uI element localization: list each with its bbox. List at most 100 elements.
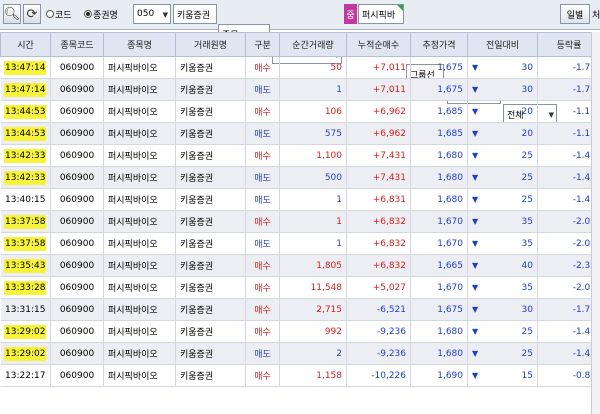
time-value: 13:29:02	[4, 324, 47, 339]
code-cell: 060900	[50, 232, 104, 255]
time-value: 13:31:15	[5, 304, 46, 315]
column-header-time[interactable]: 시간	[0, 32, 51, 57]
name-cell: 퍼시픽바이오	[103, 298, 176, 321]
qty-cell: 1	[279, 232, 347, 255]
column-header-name[interactable]: 종목명	[103, 32, 176, 57]
change-value: 30	[521, 62, 533, 73]
corner-marker-icon	[397, 5, 403, 11]
table-row[interactable]: 13:47:14 060900 퍼시픽바이오 키움증권 매수 50 +7,011 1,675 ▼…	[0, 56, 600, 79]
price-cell: 1,680	[410, 166, 468, 189]
time-value: 13:42:33	[4, 170, 47, 185]
name-cell: 퍼시픽바이오	[103, 56, 176, 79]
change-value: 40	[521, 260, 533, 271]
qty-cell: 2	[279, 342, 347, 365]
change-value: 35	[521, 216, 533, 227]
cum-cell: -10,226	[346, 364, 411, 387]
side-cell: 매수	[245, 210, 280, 233]
daily-button[interactable]: 일별	[560, 4, 590, 24]
column-header-change[interactable]: 전일대비	[467, 32, 538, 57]
time-value: 13:42:33	[4, 148, 47, 163]
down-triangle-icon: ▼	[472, 370, 479, 380]
down-triangle-icon: ▼	[472, 194, 479, 204]
column-header-side[interactable]: 구분	[245, 32, 280, 57]
code-cell: 060900	[50, 254, 104, 277]
name-cell: 퍼시픽바이오	[103, 188, 176, 211]
time-cell: 13:35:43	[0, 254, 51, 277]
time-cell: 13:44:53	[0, 100, 51, 123]
down-triangle-icon: ▼	[472, 62, 479, 72]
change-cell: ▼ 25	[467, 342, 538, 365]
trailing-button[interactable]: 처	[592, 4, 600, 24]
table-row[interactable]: 13:22:17 060900 퍼시픽바이오 키움증권 매수 1,158 -10,226 1,…	[0, 364, 600, 387]
time-value: 13:40:15	[5, 194, 46, 205]
code-badge[interactable]: 중	[344, 4, 357, 24]
table-row[interactable]: 13:44:53 060900 퍼시픽바이오 키움증권 매도 575 +6,962 1,685…	[0, 122, 600, 145]
qty-cell: 1	[279, 210, 347, 233]
price-cell: 1,675	[410, 56, 468, 79]
change-value: 35	[521, 238, 533, 249]
column-header-broker[interactable]: 거래원명	[175, 32, 246, 57]
down-triangle-icon: ▼	[472, 150, 479, 160]
qty-cell: 1	[279, 78, 347, 101]
side-cell: 매도	[245, 78, 280, 101]
change-value: 15	[521, 370, 533, 381]
table-row[interactable]: 13:29:02 060900 퍼시픽바이오 키움증권 매수 992 -9,236 1,680…	[0, 320, 600, 343]
market-select[interactable]: 050 ▼	[133, 4, 171, 24]
broker-field[interactable]: 키움증권	[173, 4, 217, 24]
down-triangle-icon: ▼	[472, 282, 479, 292]
column-header-qty[interactable]: 순간거래량	[279, 32, 347, 57]
table-row[interactable]: 13:35:43 060900 퍼시픽바이오 키움증권 매수 1,805 +6,832 1,6…	[0, 254, 600, 277]
qty-cell: 1	[279, 188, 347, 211]
time-cell: 13:47:14	[0, 56, 51, 79]
cum-cell: +7,011	[346, 56, 411, 79]
table-row[interactable]: 13:40:15 060900 퍼시픽바이오 키움증권 매도 1 +6,831 1,680 ▼ 2…	[0, 188, 600, 211]
cum-cell: +7,431	[346, 144, 411, 167]
change-cell: ▼ 40	[467, 254, 538, 277]
change-cell: ▼ 30	[467, 298, 538, 321]
code-badge-label: 중	[346, 10, 355, 21]
radio-code[interactable]: 코드	[46, 4, 72, 24]
down-triangle-icon: ▼	[472, 238, 479, 248]
time-value: 13:44:53	[4, 126, 47, 141]
broker-field-value: 키움증권	[177, 10, 211, 21]
broker-cell: 키움증권	[175, 364, 246, 387]
change-value: 25	[521, 172, 533, 183]
column-header-price[interactable]: 추정가격	[410, 32, 468, 57]
side-cell: 매수	[245, 364, 280, 387]
cum-cell: +7,011	[346, 78, 411, 101]
refresh-icon[interactable]: ⟳	[23, 4, 41, 24]
table-row[interactable]: 13:29:02 060900 퍼시픽바이오 키움증권 매도 2 -9,236 1,680 ▼ 2…	[0, 342, 600, 365]
cum-cell: +6,962	[346, 122, 411, 145]
table-row[interactable]: 13:31:15 060900 퍼시픽바이오 키움증권 매수 2,715 -6,521 1,6…	[0, 298, 600, 321]
name-cell: 퍼시픽바이오	[103, 100, 176, 123]
change-value: 30	[521, 84, 533, 95]
table-row[interactable]: 13:42:33 060900 퍼시픽바이오 키움증권 매수 1,100 +7,431 1,6…	[0, 144, 600, 167]
table-row[interactable]: 13:37:58 060900 퍼시픽바이오 키움증권 매도 1 +6,832 1,670 ▼ 3…	[0, 232, 600, 255]
column-header-cum[interactable]: 누적순매수	[346, 32, 411, 57]
time-cell: 13:47:14	[0, 78, 51, 101]
change-cell: ▼ 30	[467, 78, 538, 101]
cum-cell: +7,431	[346, 166, 411, 189]
table-row[interactable]: 13:37:58 060900 퍼시픽바이오 키움증권 매수 1 +6,832 1,670 ▼ 3…	[0, 210, 600, 233]
time-cell: 13:42:33	[0, 144, 51, 167]
price-cell: 1,665	[410, 254, 468, 277]
table-row[interactable]: 13:44:53 060900 퍼시픽바이오 키움증권 매수 106 +6,962 1,685…	[0, 100, 600, 123]
cum-cell: +6,832	[346, 254, 411, 277]
radio-name[interactable]: 종권명	[84, 4, 118, 24]
table-row[interactable]: 13:42:33 060900 퍼시픽바이오 키움증권 매도 500 +7,431 1,680…	[0, 166, 600, 189]
side-cell: 매수	[245, 144, 280, 167]
qty-cell: 2,715	[279, 298, 347, 321]
name-cell: 퍼시픽바이오	[103, 254, 176, 277]
table-row[interactable]: 13:47:14 060900 퍼시픽바이오 키움증권 매도 1 +7,011 1,675 ▼ 3…	[0, 78, 600, 101]
column-header-code[interactable]: 종목코드	[50, 32, 104, 57]
table-row[interactable]: 13:33:28 060900 퍼시픽바이오 키움증권 매수 11,548 +5,027 1,…	[0, 276, 600, 299]
magnifier-icon[interactable]: 🔍︎	[3, 4, 21, 24]
radio-code-dot[interactable]	[46, 10, 54, 18]
change-cell: ▼ 25	[467, 166, 538, 189]
name-cell: 퍼시픽바이오	[103, 210, 176, 233]
vertical-scrollbar[interactable]	[591, 32, 600, 414]
side-cell: 매수	[245, 100, 280, 123]
radio-name-dot[interactable]	[84, 10, 92, 18]
time-cell: 13:33:28	[0, 276, 51, 299]
code-cell: 060900	[50, 342, 104, 365]
